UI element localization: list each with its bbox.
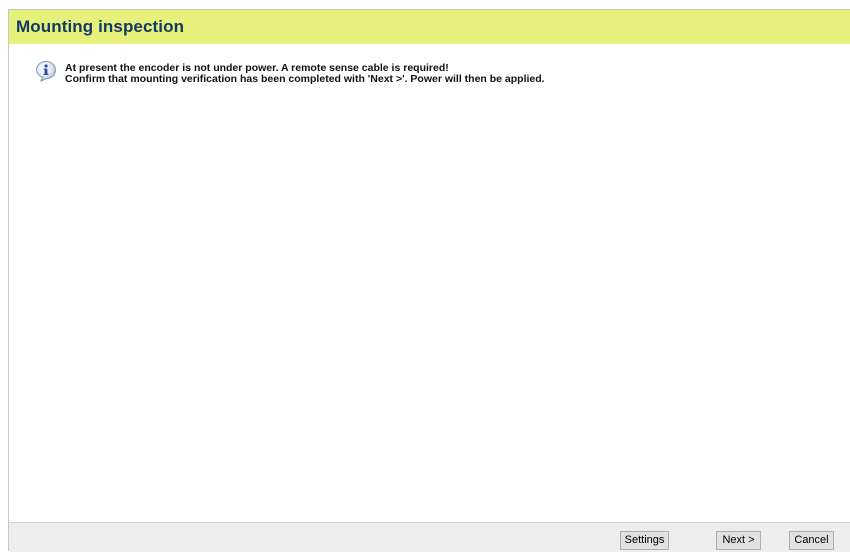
dialog-window: Mounting inspection At present the encod… xyxy=(8,9,850,552)
message-text: At present the encoder is not under powe… xyxy=(65,63,545,85)
settings-button[interactable]: Settings xyxy=(620,531,669,550)
footer-bar: Settings Next > Cancel xyxy=(9,522,850,552)
page-title: Mounting inspection xyxy=(16,17,185,36)
info-icon xyxy=(35,60,57,82)
next-button[interactable]: Next > xyxy=(716,531,761,550)
cancel-button[interactable]: Cancel xyxy=(789,531,834,550)
message-area xyxy=(9,44,850,522)
header-bar: Mounting inspection xyxy=(9,10,850,44)
message-line-2: Confirm that mounting verification has b… xyxy=(65,73,545,85)
